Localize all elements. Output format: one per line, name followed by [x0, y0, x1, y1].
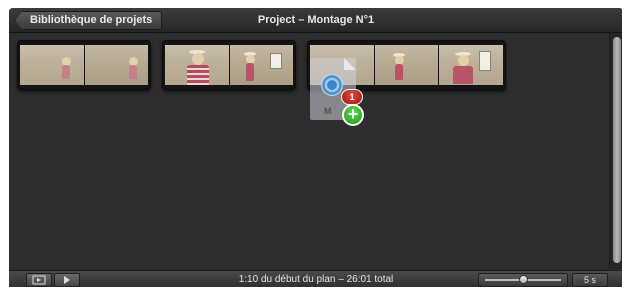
clip-thumbnail — [20, 45, 84, 85]
project-window: Bibliothèque de projets Project – Montag… — [9, 8, 622, 287]
clip-thumbnail — [439, 45, 504, 85]
vertical-scrollbar[interactable] — [609, 33, 622, 269]
clip-thumbnail — [374, 45, 439, 85]
clip-thumbnail — [165, 45, 229, 85]
video-clip[interactable] — [17, 40, 151, 90]
clip-thumbnail — [229, 45, 293, 85]
scrollbar-thumb[interactable] — [613, 37, 621, 263]
zoom-slider-knob[interactable] — [519, 275, 528, 284]
add-plus-icon: + — [342, 104, 364, 126]
project-timeline-canvas[interactable]: M 1 + — [9, 33, 609, 269]
project-title: Project – Montage N°1 — [257, 14, 375, 26]
video-clip[interactable] — [162, 40, 296, 90]
clip-thumbnail — [84, 45, 148, 85]
thumbnail-zoom-slider[interactable] — [478, 273, 568, 287]
drag-count-badge: 1 — [341, 89, 363, 105]
title-bar: Bibliothèque de projets Project – Montag… — [9, 8, 622, 33]
bottom-toolbar: 1:10 du début du plan – 26:01 total 5 s — [9, 270, 622, 287]
dragged-file-label: M — [324, 106, 332, 116]
zoom-duration-value[interactable]: 5 s — [572, 273, 608, 287]
document-fold-icon — [344, 58, 356, 70]
